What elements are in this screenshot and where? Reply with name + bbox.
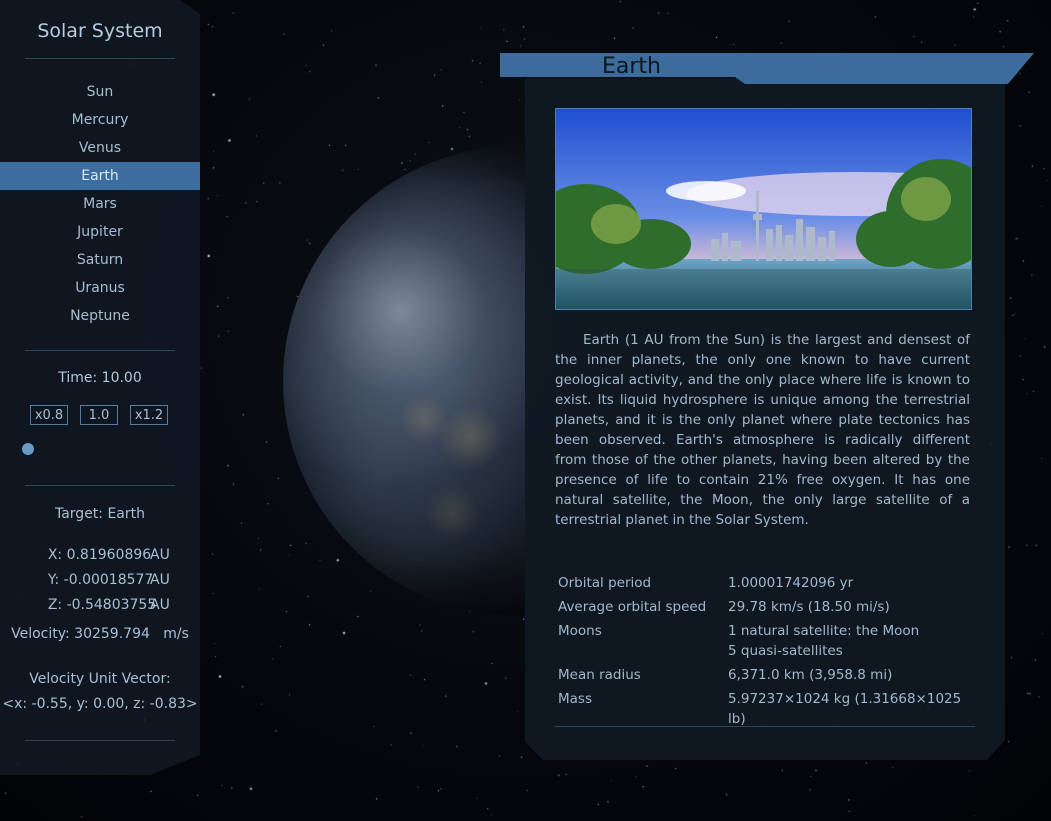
planet-item-saturn[interactable]: Saturn [0, 246, 200, 274]
divider [25, 485, 175, 486]
time-slider-track[interactable] [28, 448, 178, 450]
fact-value: 1.00001742096 yr [728, 575, 854, 591]
fact-row: Orbital period 1.00001742096 yr [555, 571, 975, 595]
coord-z-unit: AU [150, 597, 170, 613]
fact-key: Mass [558, 691, 592, 707]
fact-key: Mean radius [558, 667, 641, 683]
target-label: Target: Earth [54, 506, 146, 522]
planet-item-jupiter[interactable]: Jupiter [0, 218, 200, 246]
planet-description: Earth (1 AU from the Sun) is the largest… [555, 332, 970, 528]
info-panel-title: Earth [602, 54, 661, 79]
planet-item-earth[interactable]: Earth [0, 162, 200, 190]
divider [25, 58, 175, 59]
fact-value: 5.97237×1024 kg (1.31668×1025 lb) [728, 691, 962, 727]
fact-row: Average orbital speed 29.78 km/s (18.50 … [555, 595, 975, 619]
coord-z-value: Z: -0.54803755 [47, 597, 157, 613]
fact-key: Moons [558, 623, 602, 639]
fact-value: 5 quasi-satellites [728, 643, 843, 659]
speed-slower-button[interactable]: x0.8 [30, 405, 68, 425]
fact-row: Mean radius 6,371.0 km (3,958.8 mi) [555, 663, 975, 687]
speed-faster-button[interactable]: x1.2 [130, 405, 168, 425]
sidebar: Solar System Sun Mercury Venus Earth Mar… [0, 0, 200, 775]
coord-z: Z: -0.54803755 AU [30, 581, 170, 629]
facts-divider [555, 726, 975, 727]
fact-key: Average orbital speed [558, 599, 707, 615]
velocity-readout: Velocity: 30259.794 m/s [11, 626, 189, 642]
fact-value: 29.78 km/s (18.50 mi/s) [728, 599, 890, 615]
earth-photo [555, 108, 972, 310]
planet-item-mars[interactable]: Mars [0, 190, 200, 218]
planet-item-mercury[interactable]: Mercury [0, 106, 200, 134]
velocity-vector-label: Velocity Unit Vector: [29, 671, 171, 687]
fact-value: 1 natural satellite: the Moon [728, 623, 920, 639]
time-readout: Time: 10.00 [58, 370, 142, 386]
velocity-vector-value: <x: -0.55, y: 0.00, z: -0.83> [2, 696, 198, 712]
fact-row: Mass 5.97237×1024 kg (1.31668×1025 lb) [555, 687, 975, 731]
planet-item-uranus[interactable]: Uranus [0, 274, 200, 302]
divider [25, 350, 175, 351]
planet-list: Sun Mercury Venus Earth Mars Jupiter Sat… [0, 78, 200, 330]
sidebar-title: Solar System [37, 20, 163, 42]
fact-key: Orbital period [558, 575, 652, 591]
city-skyline-image [556, 109, 971, 309]
time-slider-handle[interactable] [22, 443, 34, 455]
fact-row: Moons 1 natural satellite: the Moon 5 qu… [555, 619, 975, 663]
fact-value: 6,371.0 km (3,958.8 mi) [728, 667, 893, 683]
planet-facts-table: Orbital period 1.00001742096 yr Average … [555, 571, 975, 731]
planet-item-venus[interactable]: Venus [0, 134, 200, 162]
divider [25, 740, 175, 741]
speed-reset-button[interactable]: 1.0 [80, 405, 118, 425]
planet-item-neptune[interactable]: Neptune [0, 302, 200, 330]
fact-value-multi: 1 natural satellite: the Moon 5 quasi-sa… [725, 619, 975, 663]
planet-item-sun[interactable]: Sun [0, 78, 200, 106]
